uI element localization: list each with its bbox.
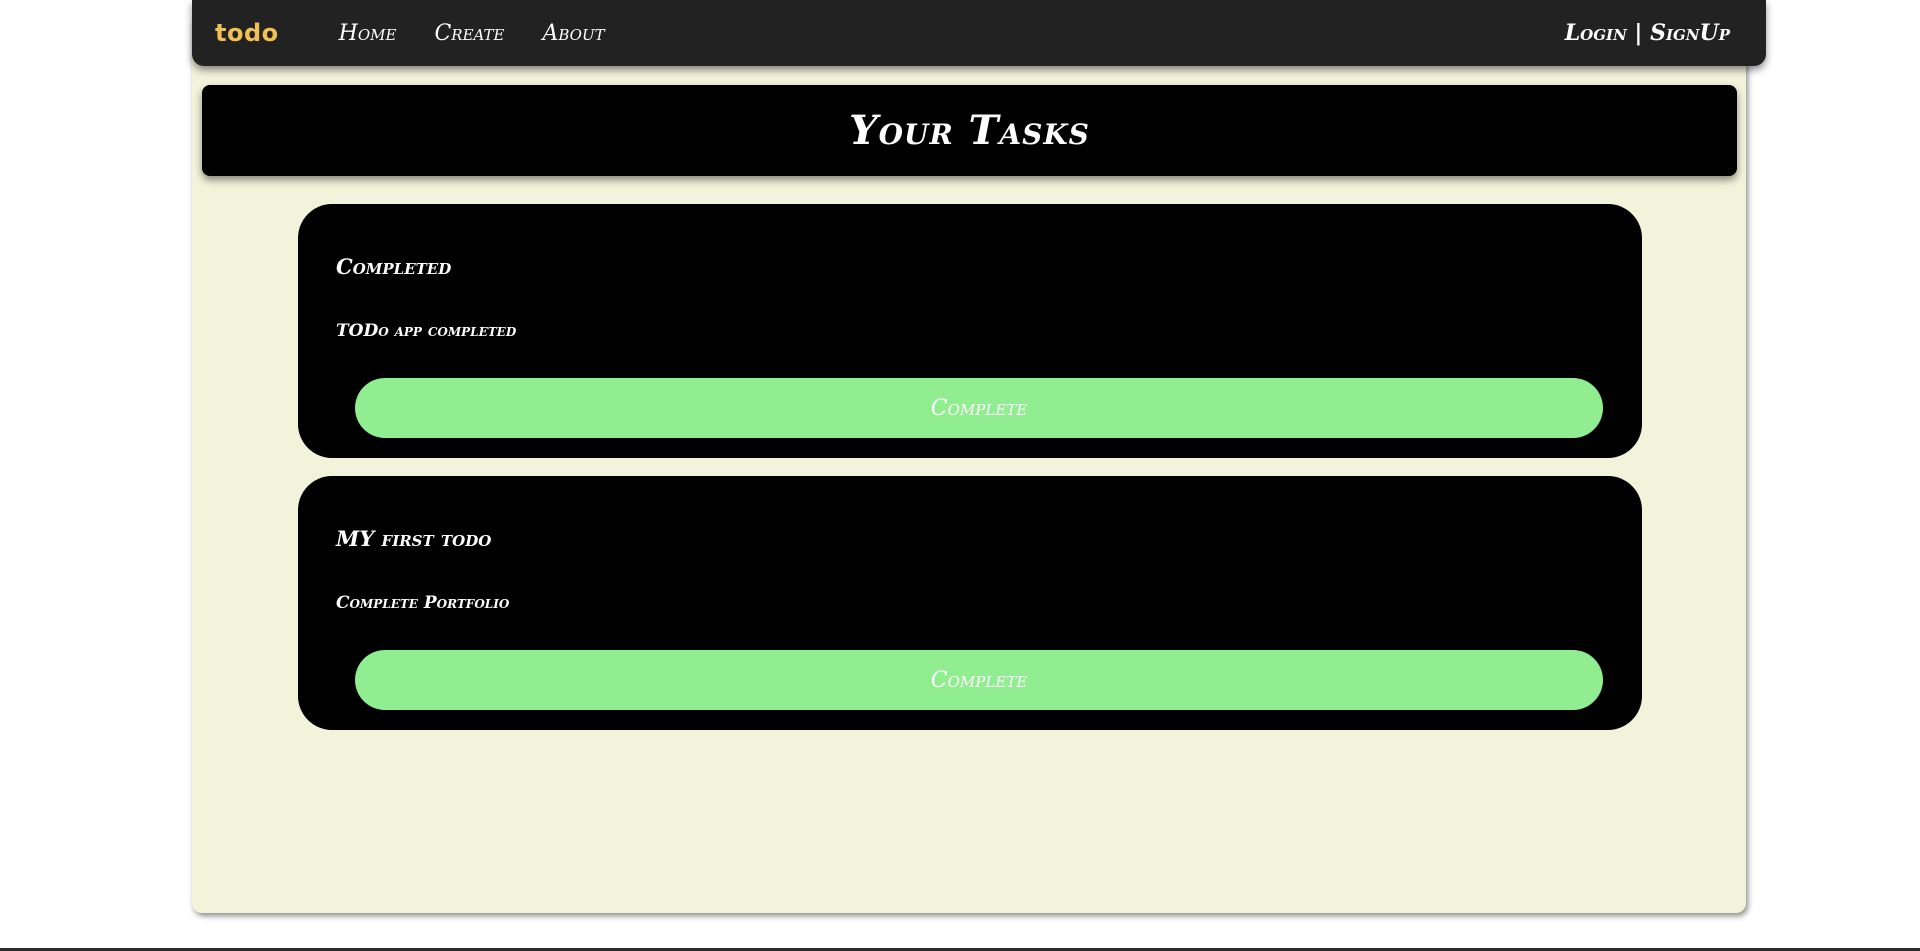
task-title: Completed [336, 254, 452, 279]
navbar: todo Home Create About Login | SignUp [192, 0, 1766, 66]
task-description: TODo app completed [336, 321, 517, 341]
page-title-banner: Your Tasks [202, 85, 1737, 176]
brand-logo[interactable]: todo [215, 19, 279, 47]
page-title: Your Tasks [849, 107, 1090, 154]
login-signup-link[interactable]: Login | SignUp [1565, 20, 1730, 46]
page: todo Home Create About Login | SignUp Yo… [0, 0, 1920, 951]
task-card: Completed TODo app completed Complete [298, 204, 1642, 458]
task-title: MY first todo [336, 526, 492, 551]
nav-links: Home Create About [339, 21, 605, 46]
nav-link-home[interactable]: Home [339, 21, 397, 46]
nav-link-about[interactable]: About [542, 21, 604, 46]
task-description: Complete Portfolio [336, 593, 510, 613]
complete-button[interactable]: Complete [355, 378, 1603, 438]
task-card: MY first todo Complete Portfolio Complet… [298, 476, 1642, 730]
complete-button[interactable]: Complete [355, 650, 1603, 710]
nav-link-create[interactable]: Create [434, 21, 504, 46]
